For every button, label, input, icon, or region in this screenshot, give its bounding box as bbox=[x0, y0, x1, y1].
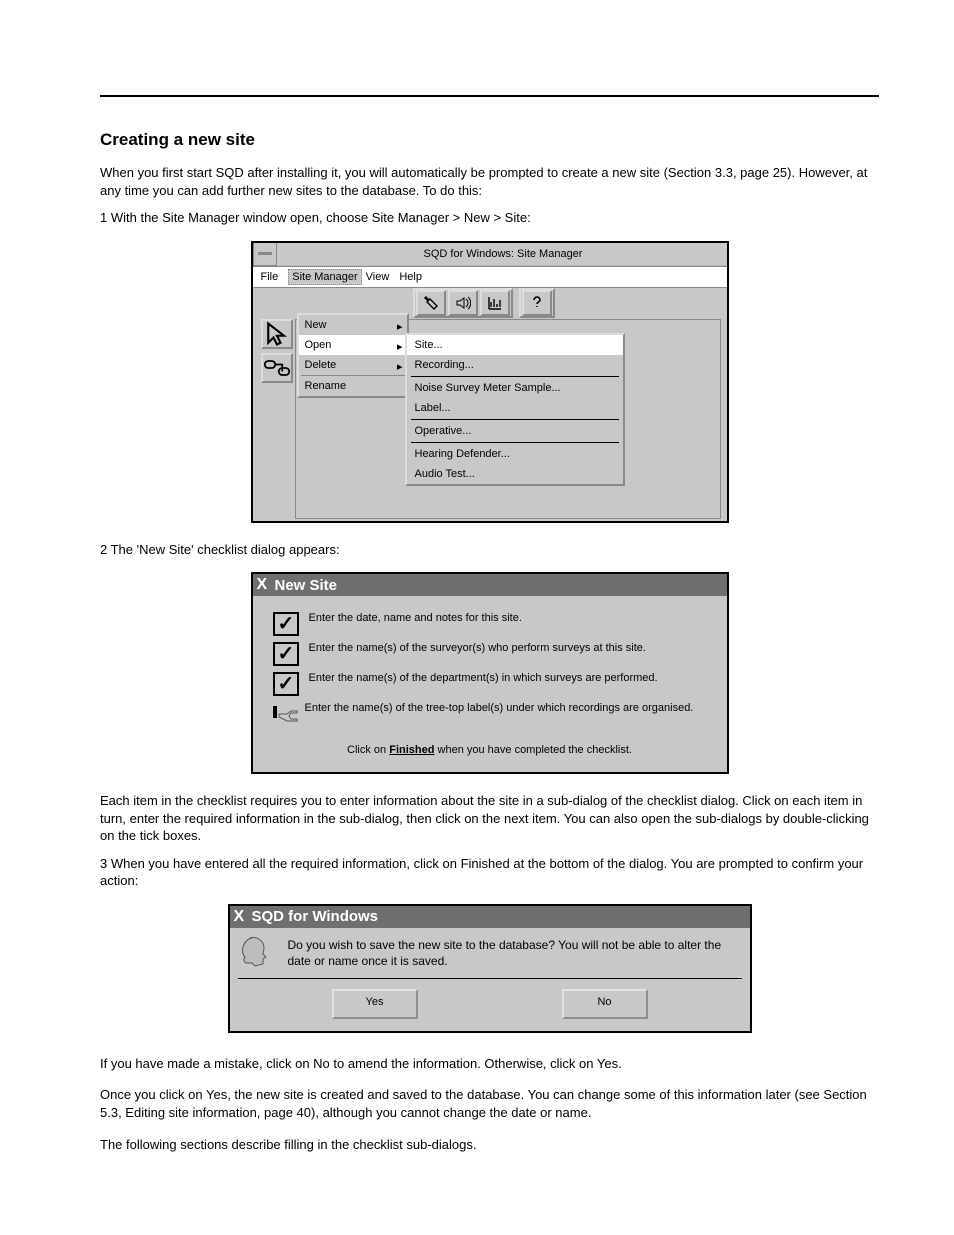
after-paragraph-1: If you have made a mistake, click on No … bbox=[100, 1055, 879, 1073]
after-paragraph-3: The following sections describe filling … bbox=[100, 1136, 879, 1154]
submenu-item-audio-test[interactable]: Audio Test... bbox=[407, 464, 623, 484]
window-title: SQD for Windows: Site Manager bbox=[280, 248, 727, 260]
header-rule bbox=[100, 95, 879, 97]
menu-view[interactable]: View bbox=[366, 271, 390, 283]
help-icon[interactable] bbox=[522, 290, 552, 316]
menu-item-delete[interactable]: Delete▸ bbox=[299, 355, 407, 375]
step-1: 1 With the Site Manager window open, cho… bbox=[100, 209, 879, 227]
checklist-row-4[interactable]: Enter the name(s) of the tree-top label(… bbox=[273, 702, 707, 722]
new-site-dialog: X New Site Enter the date, name and note… bbox=[251, 572, 729, 774]
yes-button[interactable]: Yes bbox=[332, 989, 418, 1019]
pointing-hand-icon[interactable] bbox=[273, 702, 295, 722]
checkbox-icon[interactable] bbox=[273, 672, 299, 696]
paragraph-checklist-explain: Each item in the checklist requires you … bbox=[100, 792, 879, 845]
menu-site-manager[interactable]: Site Manager bbox=[288, 269, 361, 285]
checklist-label-4: Enter the name(s) of the tree-top label(… bbox=[305, 702, 707, 716]
finished-hint: Click on Finished when you have complete… bbox=[267, 744, 713, 756]
checklist-label-2: Enter the name(s) of the surveyor(s) who… bbox=[309, 642, 707, 656]
checklist-row-1[interactable]: Enter the date, name and notes for this … bbox=[273, 612, 707, 636]
checklist-row-3[interactable]: Enter the name(s) of the department(s) i… bbox=[273, 672, 707, 696]
checkbox-icon[interactable] bbox=[273, 612, 299, 636]
checkbox-icon[interactable] bbox=[273, 642, 299, 666]
site-manager-menu: New▸ Open▸ Delete▸ Rename bbox=[297, 313, 409, 398]
close-icon[interactable]: X bbox=[257, 577, 275, 593]
app-window: SQD for Windows: Site Manager File Site … bbox=[251, 241, 729, 523]
menu-item-rename[interactable]: Rename bbox=[299, 376, 407, 396]
menu-item-new[interactable]: New▸ bbox=[299, 315, 407, 335]
close-icon[interactable]: X bbox=[234, 909, 252, 925]
checklist-row-2[interactable]: Enter the name(s) of the surveyor(s) who… bbox=[273, 642, 707, 666]
audio-icon[interactable] bbox=[448, 290, 478, 316]
step-3: 3 When you have entered all the required… bbox=[100, 855, 879, 890]
step-2: 2 The 'New Site' checklist dialog appear… bbox=[100, 541, 879, 559]
menu-help[interactable]: Help bbox=[399, 271, 422, 283]
checklist-label-3: Enter the name(s) of the department(s) i… bbox=[309, 672, 707, 686]
confirm-dialog: X SQD for Windows Do you wish to save th… bbox=[228, 904, 752, 1033]
after-paragraph-2: Once you click on Yes, the new site is c… bbox=[100, 1086, 879, 1121]
system-menu-icon[interactable] bbox=[253, 242, 277, 266]
checklist-label-1: Enter the date, name and notes for this … bbox=[309, 612, 707, 626]
submenu-item-recording[interactable]: Recording... bbox=[407, 355, 623, 375]
dialog-title: SQD for Windows bbox=[252, 908, 379, 925]
link-icon[interactable] bbox=[261, 353, 293, 383]
submenu-item-noise-survey[interactable]: Noise Survey Meter Sample... bbox=[407, 378, 623, 398]
menu-item-open[interactable]: Open▸ bbox=[299, 335, 407, 355]
chart-icon[interactable] bbox=[480, 290, 510, 316]
submenu-item-operative[interactable]: Operative... bbox=[407, 421, 623, 441]
intro-paragraph: When you first start SQD after installin… bbox=[100, 164, 879, 199]
confirm-message: Do you wish to save the new site to the … bbox=[288, 935, 742, 969]
dialog-title: New Site bbox=[275, 577, 338, 594]
head-profile-icon bbox=[238, 934, 274, 970]
titlebar: SQD for Windows: Site Manager bbox=[253, 243, 727, 266]
spray-icon[interactable] bbox=[416, 290, 446, 316]
finished-link[interactable]: Finished bbox=[389, 744, 434, 756]
submenu-item-hearing-defender[interactable]: Hearing Defender... bbox=[407, 444, 623, 464]
submenu-item-label[interactable]: Label... bbox=[407, 398, 623, 418]
no-button[interactable]: No bbox=[562, 989, 648, 1019]
menu-file[interactable]: File bbox=[261, 271, 279, 283]
new-submenu: Site... Recording... Noise Survey Meter … bbox=[405, 333, 625, 486]
submenu-item-site[interactable]: Site... bbox=[407, 335, 623, 355]
section-title: Creating a new site bbox=[100, 130, 879, 150]
pointer-icon[interactable] bbox=[261, 319, 293, 349]
menubar: File Site Manager View Help bbox=[253, 266, 727, 288]
